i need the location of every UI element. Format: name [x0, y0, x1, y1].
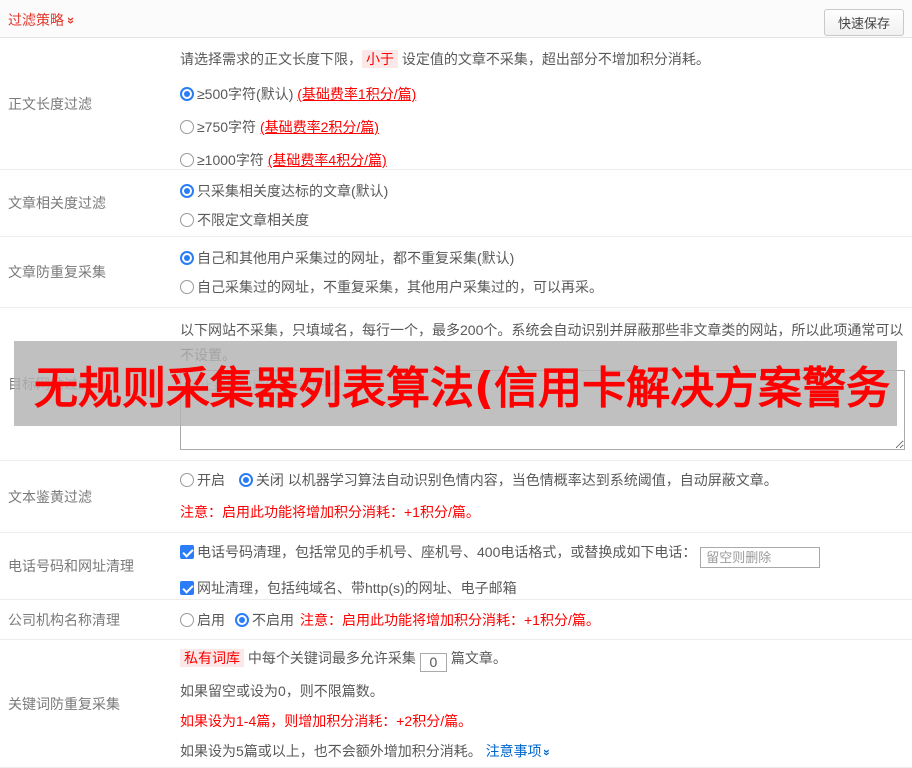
porn-filter-cost-note: 注意：启用此功能将增加积分消耗：+1积分/篇。	[180, 504, 480, 520]
row-content-length-filter: 正文长度过滤 请选择需求的正文长度下限， 小于 设定值的文章不采集，超出部分不增加…	[0, 38, 912, 170]
length-filter-intro: 请选择需求的正文长度下限， 小于 设定值的文章不采集，超出部分不增加积分消耗。	[180, 50, 710, 68]
row-body: 电话号码清理，包括常见的手机号、座机号、400电话格式，或替换成如下电话： 网址…	[180, 533, 912, 599]
row-label: 文章相关度过滤	[8, 195, 106, 211]
filter-strategy-page: 过滤策略 快速保存 正文长度过滤 请选择需求的正文长度下限，小于 设定值的文章不…	[0, 0, 912, 768]
max-articles-input[interactable]	[419, 652, 447, 672]
row-relevance-filter: 文章相关度过滤 只采集相关度达标的文章(默认) 不限定文章相关度	[0, 170, 912, 237]
watermark-text: 无规则采集器列表算法(信用卡解决方案警务	[34, 362, 891, 414]
dedup-option-self-only[interactable]: 自己采集过的网址，不重复采集，其他用户采集过的，可以再采。	[180, 278, 905, 297]
row-label: 正文长度过滤	[8, 95, 92, 112]
porn-filter-desc: 以机器学习算法自动识别色情内容，当色情概率达到系统阈值，自动屏蔽文章。	[287, 472, 778, 488]
radio-icon[interactable]	[180, 87, 194, 101]
radio-icon[interactable]	[235, 612, 249, 627]
top-bar: 过滤策略 快速保存	[0, 0, 912, 38]
keyword-limit-line: 私有词库 中每个关键词最多允许采集篇文章。	[180, 648, 905, 672]
company-option-disable[interactable]: 不启用	[235, 610, 294, 630]
quick-save-button[interactable]: 快速保存	[823, 9, 904, 36]
radio-icon[interactable]	[180, 280, 194, 294]
radio-icon[interactable]	[238, 473, 253, 487]
chevron-down-icon[interactable]	[64, 17, 79, 24]
radio-icon[interactable]	[180, 473, 194, 487]
radio-icon[interactable]	[180, 153, 194, 167]
row-body: 开启 关闭 以机器学习算法自动识别色情内容，当色情概率达到系统阈值，自动屏蔽文章…	[180, 461, 912, 532]
row-body: 启用 不启用 注意：启用此功能将增加积分消耗：+1积分/篇。	[180, 600, 912, 639]
length-option-1000[interactable]: ≥1000字符 (基础费率4积分/篇)	[180, 151, 905, 170]
keyword-note-cost: 如果设为1-4篇，则增加积分消耗：+2积分/篇。	[180, 712, 473, 729]
row-keyword-dedup: 关键词防重复采集 私有词库 中每个关键词最多允许采集篇文章。 如果留空或设为0，…	[0, 640, 912, 768]
url-cleanup-option[interactable]: 网址清理，包括纯域名、带http(s)的网址、电子邮箱	[180, 577, 905, 599]
row-company-name-cleanup: 公司机构名称清理 启用 不启用 注意：启用此功能将增加积分消耗：+1积分/篇。	[0, 600, 912, 640]
radio-icon[interactable]	[180, 120, 194, 134]
checkbox-icon[interactable]	[180, 545, 194, 559]
radio-icon[interactable]	[180, 184, 194, 198]
row-dedup-collect: 文章防重复采集 自己和其他用户采集过的网址，都不重复采集(默认) 自己采集过的网…	[0, 237, 912, 308]
row-label: 关键词防重复采集	[8, 695, 120, 712]
chevron-down-icon	[536, 749, 557, 756]
notes-link[interactable]: 注意事项	[486, 743, 550, 759]
company-cost-note: 注意：启用此功能将增加积分消耗：+1积分/篇。	[300, 611, 600, 628]
row-body: 请选择需求的正文长度下限， 小于 设定值的文章不采集，超出部分不增加积分消耗。 ≥…	[180, 38, 912, 169]
radio-icon[interactable]	[180, 251, 194, 265]
fee-note: (基础费率2积分/篇)	[259, 119, 379, 135]
radio-icon[interactable]	[180, 213, 194, 227]
checkbox-icon[interactable]	[180, 581, 194, 595]
dedup-option-all-users[interactable]: 自己和其他用户采集过的网址，都不重复采集(默认)	[180, 249, 905, 268]
private-thesaurus-tag: 私有词库	[180, 649, 244, 667]
less-than-highlight: 小于	[362, 50, 398, 68]
row-body: 自己和其他用户采集过的网址，都不重复采集(默认) 自己采集过的网址，不重复采集，…	[180, 237, 912, 307]
radio-icon[interactable]	[180, 612, 194, 627]
page-title[interactable]: 过滤策略	[8, 10, 75, 30]
row-phone-url-cleanup: 电话号码和网址清理 电话号码清理，包括常见的手机号、座机号、400电话格式，或替…	[0, 533, 912, 600]
fee-note: (基础费率4积分/篇)	[267, 152, 387, 168]
keyword-note-five: 如果设为5篇或以上，也不会额外增加积分消耗。 注意事项	[180, 741, 905, 763]
row-label: 文本鉴黄过滤	[8, 488, 92, 505]
row-label: 文章防重复采集	[8, 264, 106, 280]
row-body: 只采集相关度达标的文章(默认) 不限定文章相关度	[180, 170, 912, 236]
row-body: 私有词库 中每个关键词最多允许采集篇文章。 如果留空或设为0，则不限篇数。 如果…	[180, 640, 912, 767]
phone-cleanup-option[interactable]: 电话号码清理，包括常见的手机号、座机号、400电话格式，或替换成如下电话：	[180, 541, 905, 568]
porn-option-on[interactable]: 开启	[180, 472, 225, 488]
replacement-phone-input[interactable]	[700, 547, 821, 568]
porn-option-off[interactable]: 关闭	[238, 472, 284, 488]
length-option-500[interactable]: ≥500字符(默认) (基础费率1积分/篇)	[180, 85, 905, 104]
row-label: 公司机构名称清理	[8, 611, 120, 628]
watermark-banner: 无规则采集器列表算法(信用卡解决方案警务	[14, 341, 897, 426]
row-porn-text-filter: 文本鉴黄过滤 开启 关闭 以机器学习算法自动识别色情内容，当色情概率达到系统阈值…	[0, 461, 912, 533]
row-label: 电话号码和网址清理	[8, 558, 134, 574]
relevance-option-unlimited[interactable]: 不限定文章相关度	[180, 211, 905, 230]
length-option-750[interactable]: ≥750字符 (基础费率2积分/篇)	[180, 118, 905, 137]
company-option-enable[interactable]: 启用	[180, 610, 225, 630]
relevance-option-default[interactable]: 只采集相关度达标的文章(默认)	[180, 182, 905, 201]
page-title-text: 过滤策略	[8, 12, 64, 28]
keyword-note-zero: 如果留空或设为0，则不限篇数。	[180, 682, 384, 699]
fee-note: (基础费率1积分/篇)	[297, 86, 417, 102]
porn-filter-options: 开启 关闭 以机器学习算法自动识别色情内容，当色情概率达到系统阈值，自动屏蔽文章…	[180, 471, 905, 490]
